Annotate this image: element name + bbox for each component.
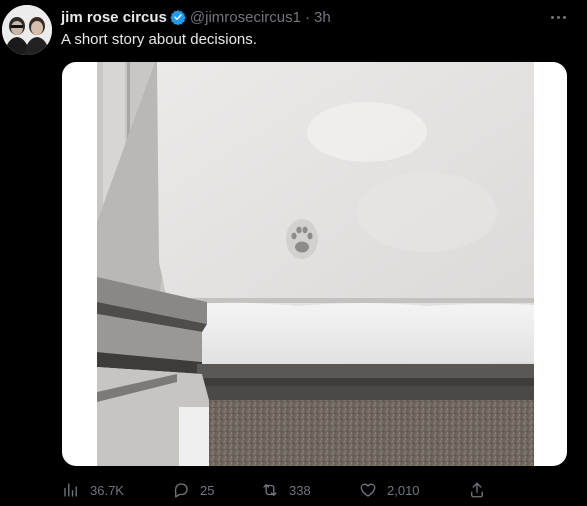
share-button[interactable] xyxy=(468,478,496,502)
reply-count: 25 xyxy=(200,482,215,498)
heart-icon xyxy=(360,483,376,497)
tweet-header: jim rose circus @jimrosecircus1 · 3h xyxy=(61,7,331,27)
retweet-button[interactable]: 338 xyxy=(261,478,311,502)
reply-icon xyxy=(174,483,188,498)
separator: · xyxy=(304,8,310,26)
views-count: 36.7K xyxy=(90,482,124,498)
more-options-icon[interactable] xyxy=(548,8,568,26)
tweet-media[interactable] xyxy=(62,62,567,466)
like-count: 2,010 xyxy=(387,482,420,498)
analytics-icon xyxy=(64,483,77,497)
author-handle[interactable]: @jimrosecircus1 xyxy=(190,9,301,26)
views-button[interactable]: 36.7K xyxy=(62,478,124,502)
tweet-text: A short story about decisions. xyxy=(61,31,257,48)
verified-badge-icon xyxy=(170,9,186,26)
avatar[interactable] xyxy=(2,5,52,55)
reply-button[interactable]: 25 xyxy=(172,478,214,502)
tweet-photo[interactable] xyxy=(97,62,534,466)
share-icon xyxy=(471,482,483,498)
tweet-actions: 36.7K 25 338 2,010 xyxy=(0,478,587,502)
retweet-count: 338 xyxy=(289,482,311,498)
like-button[interactable]: 2,010 xyxy=(359,478,420,502)
timestamp[interactable]: 3h xyxy=(314,9,331,26)
tweet[interactable]: jim rose circus @jimrosecircus1 · 3h A s… xyxy=(0,0,587,506)
author-name[interactable]: jim rose circus xyxy=(61,9,167,26)
retweet-icon xyxy=(263,484,277,496)
